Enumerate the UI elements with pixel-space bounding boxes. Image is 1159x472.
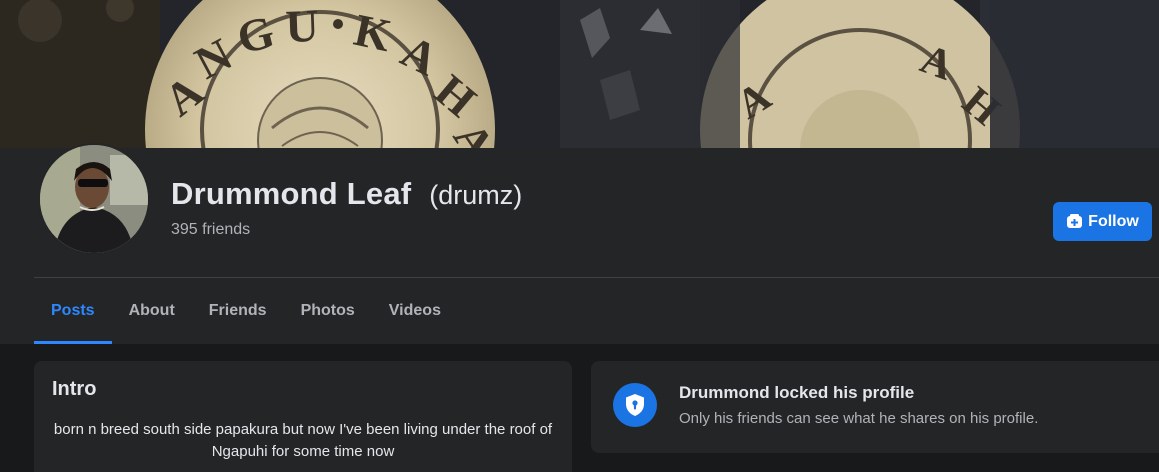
profile-alternate-name: (drumz) xyxy=(429,180,523,210)
follow-button-label: Follow xyxy=(1088,212,1139,230)
tab-photos[interactable]: Photos xyxy=(284,278,372,344)
locked-profile-card: Drummond locked his profile Only his fri… xyxy=(591,361,1159,453)
avatar-image xyxy=(40,145,148,253)
follow-button[interactable]: Follow xyxy=(1053,202,1152,241)
profile-name-row: Drummond Leaf (drumz) xyxy=(171,176,522,212)
profile-name: Drummond Leaf xyxy=(171,176,412,211)
svg-text:U: U xyxy=(285,0,320,52)
tab-friends[interactable]: Friends xyxy=(192,278,284,344)
tab-posts[interactable]: Posts xyxy=(34,278,112,344)
profile-tabs: Posts About Friends Photos Videos xyxy=(34,278,458,344)
shield-lock-icon xyxy=(613,383,657,427)
cover-photo[interactable]: A N G U K A H A A A H xyxy=(0,0,1159,148)
friends-count[interactable]: 395 friends xyxy=(171,221,250,239)
profile-page: A N G U K A H A A A H Drummond Leaf (dru… xyxy=(0,0,1159,472)
intro-card: Intro born n breed south side papakura b… xyxy=(34,361,572,472)
tab-videos[interactable]: Videos xyxy=(372,278,458,344)
tab-about[interactable]: About xyxy=(112,278,192,344)
avatar[interactable] xyxy=(38,143,150,255)
locked-profile-title: Drummond locked his profile xyxy=(679,383,915,402)
intro-bio: born n breed south side papakura but now… xyxy=(53,421,553,460)
cover-photo-image: A N G U K A H A A A H xyxy=(0,0,1159,148)
intro-title: Intro xyxy=(52,378,97,400)
locked-profile-description: Only his friends can see what he shares … xyxy=(679,410,1039,427)
follow-plus-icon xyxy=(1066,213,1083,230)
